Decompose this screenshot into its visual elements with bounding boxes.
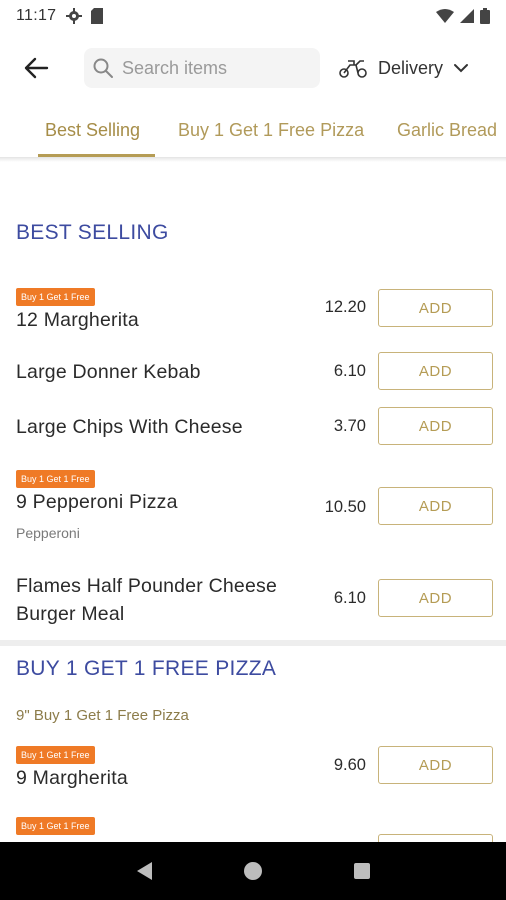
section-title-buy-1-get-1-free-pizza: BUY 1 GET 1 FREE PIZZA: [16, 657, 277, 680]
add-button[interactable]: ADD: [378, 289, 493, 327]
toolbar: Delivery: [0, 40, 506, 96]
add-button[interactable]: ADD: [378, 352, 493, 390]
back-button[interactable]: [20, 52, 52, 84]
promo-badge: Buy 1 Get 1 Free: [16, 470, 95, 488]
item-price: 6.10: [333, 362, 366, 380]
triangle-back-icon: [137, 862, 153, 880]
nav-recents-button[interactable]: [346, 855, 378, 887]
delivery-label: Delivery: [378, 57, 444, 78]
item-price: 9.60: [333, 756, 366, 774]
battery-icon: [480, 8, 490, 24]
tab-garlic-bread[interactable]: Garlic Bread: [397, 104, 497, 156]
promo-badge: Buy 1 Get 1 Free: [16, 746, 95, 764]
circle-home-icon: [243, 862, 262, 880]
wifi-icon: [436, 9, 454, 23]
section-title-best-selling: BEST SELLING: [16, 221, 169, 244]
chevron-down-icon: [454, 64, 469, 73]
signal-icon: [460, 9, 474, 23]
section-subtitle: 9" Buy 1 Get 1 Free Pizza: [16, 707, 189, 724]
search-icon: [93, 58, 113, 78]
tab-best-selling[interactable]: Best Selling: [45, 104, 140, 156]
item-price: 6.10: [333, 589, 366, 607]
tab-buy-1-get-1-free-pizza[interactable]: Buy 1 Get 1 Free Pizza: [178, 104, 364, 156]
item-name-line-2: Burger Meal: [16, 603, 125, 625]
status-bar: 11:17: [0, 0, 506, 32]
item-name: 9 Margherita: [16, 767, 128, 789]
category-tabs: Best Selling Buy 1 Get 1 Free Pizza Garl…: [0, 104, 506, 158]
item-description: Pepperoni: [16, 525, 80, 541]
item-price: 3.70: [333, 417, 366, 435]
add-button[interactable]: ADD: [378, 407, 493, 445]
item-name-line-1: Flames Half Pounder Cheese: [16, 575, 277, 597]
item-name: 12 Margherita: [16, 309, 139, 331]
promo-badge: Buy 1 Get 1 Free: [16, 817, 95, 835]
search-box[interactable]: [84, 48, 320, 88]
add-button[interactable]: ADD: [378, 579, 493, 617]
item-name: Large Donner Kebab: [16, 361, 201, 383]
item-price: 12.20: [324, 298, 366, 316]
delivery-dropdown[interactable]: Delivery: [338, 50, 469, 86]
nav-home-button[interactable]: [237, 855, 269, 887]
system-navigation-bar: [0, 842, 506, 900]
item-name: Large Chips With Cheese: [16, 416, 243, 438]
item-name: 9 Pepperoni Pizza: [16, 491, 178, 513]
add-button[interactable]: ADD: [378, 746, 493, 784]
section-divider: [0, 640, 506, 646]
nav-back-button[interactable]: [128, 855, 160, 887]
search-input[interactable]: [122, 57, 312, 79]
scooter-icon: [339, 60, 367, 78]
square-recents-icon: [353, 863, 370, 879]
status-time: 11:17: [16, 7, 57, 24]
active-tab-indicator: [38, 154, 155, 157]
sd-card-icon: [91, 8, 104, 24]
promo-badge: Buy 1 Get 1 Free: [16, 288, 95, 306]
item-price: 10.50: [324, 498, 366, 516]
settings-icon: [66, 8, 83, 24]
add-button[interactable]: ADD: [378, 487, 493, 525]
tab-divider: [0, 158, 506, 162]
arrow-left-icon: [24, 57, 49, 79]
